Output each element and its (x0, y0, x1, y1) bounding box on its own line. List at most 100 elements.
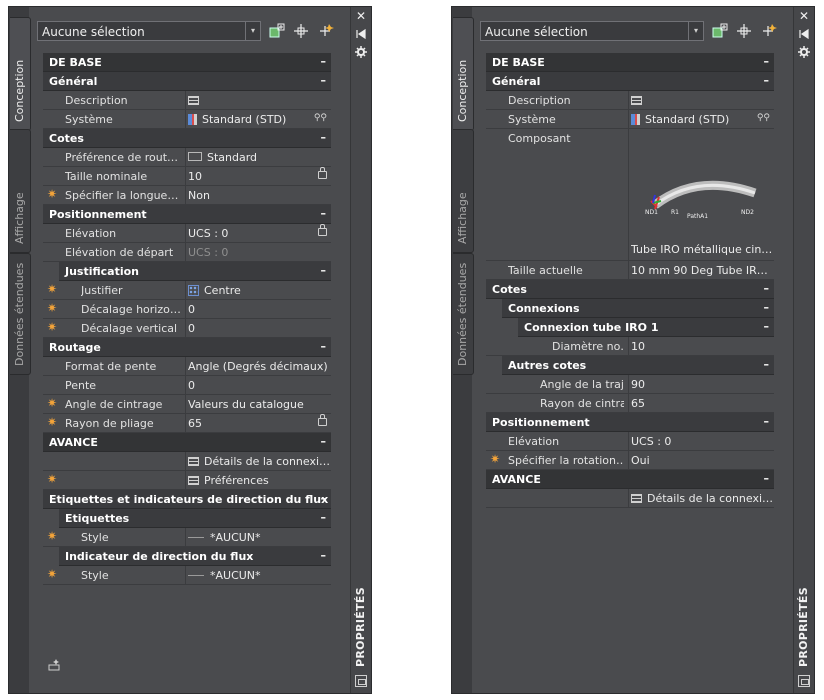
property-row[interactable]: Elévation UCS : 0 (43, 224, 331, 243)
property-row[interactable]: Diamètre no… 10 (486, 337, 774, 356)
property-row[interactable]: ✷ Décalage horizo… 0 (43, 300, 331, 319)
property-value[interactable]: 10 mm 90 Deg Tube IR… (628, 261, 774, 279)
collapse-toggle[interactable]: – (321, 264, 327, 277)
property-value[interactable]: 10 (628, 337, 774, 355)
close-icon[interactable]: ✕ (355, 10, 367, 22)
collapse-toggle[interactable]: – (321, 435, 327, 448)
palette-options-icon[interactable] (798, 675, 810, 687)
property-value[interactable]: Non (185, 186, 331, 204)
property-value[interactable]: Valeurs du catalogue (185, 395, 331, 413)
collapse-toggle[interactable]: – (321, 74, 327, 87)
side-tab-affichage[interactable]: Affichage (453, 129, 474, 253)
property-value[interactable]: Angle (Degrés décimaux) (185, 357, 331, 375)
property-value[interactable]: *AUCUN* (185, 566, 331, 584)
quick-select-icon[interactable] (762, 23, 778, 39)
property-value[interactable]: Standard (STD) ⚲⚲ (185, 110, 331, 128)
property-value[interactable]: 0 (185, 300, 331, 318)
chevron-down-icon[interactable]: ▾ (245, 22, 260, 40)
property-row[interactable]: Détails de la connexi… (43, 452, 331, 471)
close-icon[interactable]: ✕ (798, 10, 810, 22)
chevron-down-icon[interactable]: ▾ (688, 22, 703, 40)
property-value[interactable]: UCS : 0 (185, 243, 331, 261)
property-row[interactable]: Elévation UCS : 0 (486, 432, 774, 451)
category-header[interactable]: AVANCE – (486, 470, 774, 489)
property-value[interactable]: 0 (185, 319, 331, 337)
side-tab-conception[interactable]: Conception (10, 17, 31, 131)
category-header[interactable]: AVANCE – (43, 433, 331, 452)
property-row[interactable]: Préférence de rout… Standard (43, 148, 331, 167)
collapse-toggle[interactable]: – (764, 74, 770, 87)
toggle-pickadd-icon[interactable] (269, 23, 285, 39)
auto-hide-icon[interactable] (798, 28, 810, 40)
collapse-toggle[interactable]: – (321, 131, 327, 144)
property-row[interactable]: Description (486, 91, 774, 110)
property-row[interactable]: Taille actuelle 10 mm 90 Deg Tube IR… (486, 261, 774, 280)
collapse-toggle[interactable]: – (764, 320, 770, 333)
collapse-toggle[interactable]: – (764, 282, 770, 295)
property-value[interactable]: 90 (628, 375, 774, 393)
property-value[interactable]: *AUCUN* (185, 528, 331, 546)
category-header[interactable]: Cotes – (486, 280, 774, 299)
category-header[interactable]: DE BASE – (486, 53, 774, 72)
category-header[interactable]: Positionnement – (43, 205, 331, 224)
quick-select-icon[interactable] (319, 23, 335, 39)
property-row[interactable]: ✷ Rayon de pliage 65 (43, 414, 331, 433)
property-value[interactable]: UCS : 0 (628, 432, 774, 450)
category-header[interactable]: Général – (486, 72, 774, 91)
property-value[interactable]: 65 (185, 414, 331, 432)
property-value[interactable]: Oui (628, 451, 774, 469)
selection-dropdown[interactable]: Aucune sélection ▾ (37, 21, 261, 41)
property-row[interactable]: ✷ Décalage vertical 0 (43, 319, 331, 338)
property-value[interactable]: 10 (185, 167, 331, 185)
category-header[interactable]: Etiquettes – (59, 509, 331, 528)
side-tab-affichage[interactable]: Affichage (10, 129, 31, 253)
property-row[interactable]: Rayon de cintra… 65 (486, 394, 774, 413)
property-value[interactable] (185, 91, 331, 109)
property-value[interactable]: Standard (185, 148, 331, 166)
collapse-toggle[interactable]: – (764, 301, 770, 314)
property-row[interactable]: ✷ Angle de cintrage Valeurs du catalogue (43, 395, 331, 414)
property-row[interactable]: Angle de la traje… 90 (486, 375, 774, 394)
property-row[interactable]: ✷ Spécifier la rotation… Oui (486, 451, 774, 470)
category-header[interactable]: Connexions – (502, 299, 774, 318)
property-row[interactable]: ✷ Style *AUCUN* (43, 528, 331, 547)
category-header[interactable]: Connexion tube IRO 1 – (518, 318, 774, 337)
property-value[interactable]: Préférences (185, 471, 331, 489)
collapse-toggle[interactable]: – (321, 340, 327, 353)
side-tab-donnees-etendues[interactable]: Données étendues (453, 253, 474, 375)
collapse-toggle[interactable]: – (321, 492, 327, 505)
category-header[interactable]: Cotes – (43, 129, 331, 148)
category-header[interactable]: DE BASE – (43, 53, 331, 72)
property-value[interactable]: 65 (628, 394, 774, 412)
property-value[interactable]: Détails de la connexi… (185, 452, 331, 470)
property-row[interactable]: Format de pente Angle (Degrés décimaux) (43, 357, 331, 376)
category-header[interactable]: Général – (43, 72, 331, 91)
select-objects-icon[interactable] (736, 23, 752, 39)
property-value[interactable]: Standard (STD) ⚲⚲ (628, 110, 774, 128)
category-header[interactable]: Routage – (43, 338, 331, 357)
property-value[interactable]: Centre (185, 281, 331, 299)
collapse-toggle[interactable]: – (764, 472, 770, 485)
select-objects-icon[interactable] (293, 23, 309, 39)
property-row[interactable]: Taille nominale 10 (43, 167, 331, 186)
collapse-toggle[interactable]: – (321, 549, 327, 562)
side-tab-donnees-etendues[interactable]: Données étendues (10, 253, 31, 375)
category-header[interactable]: Justification – (59, 262, 331, 281)
collapse-toggle[interactable]: – (764, 358, 770, 371)
property-row[interactable]: Système Standard (STD) ⚲⚲ (486, 110, 774, 129)
property-value[interactable]: Détails de la connexi… (628, 489, 774, 507)
collapse-toggle[interactable]: – (764, 55, 770, 68)
binoculars-icon[interactable]: ⚲⚲ (757, 113, 770, 123)
property-row[interactable]: ✷ Préférences (43, 471, 331, 490)
collapse-toggle[interactable]: – (321, 207, 327, 220)
collapse-toggle[interactable]: – (764, 415, 770, 428)
settings-icon[interactable] (355, 46, 367, 58)
side-tab-conception[interactable]: Conception (453, 17, 474, 131)
auto-hide-icon[interactable] (355, 28, 367, 40)
property-row[interactable]: Elévation de départ UCS : 0 (43, 243, 331, 262)
collapse-toggle[interactable]: – (321, 511, 327, 524)
category-header[interactable]: Positionnement – (486, 413, 774, 432)
category-header[interactable]: Indicateur de direction du flux – (59, 547, 331, 566)
property-row[interactable]: Détails de la connexi… (486, 489, 774, 508)
category-header[interactable]: Autres cotes – (502, 356, 774, 375)
